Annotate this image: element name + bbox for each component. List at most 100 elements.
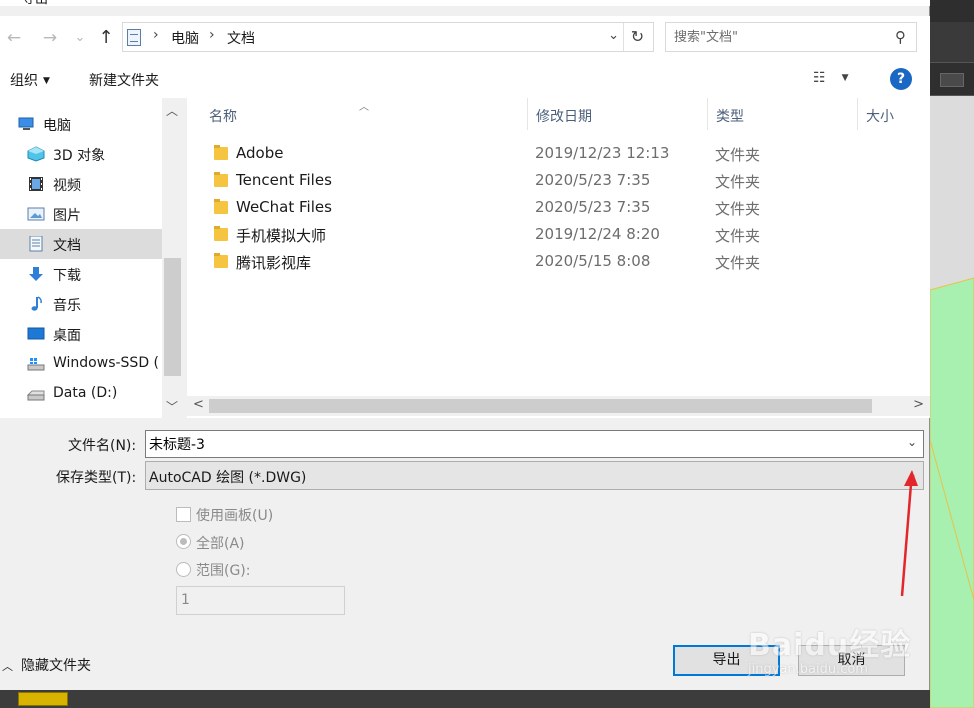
all-radio[interactable]	[176, 534, 191, 549]
breadcrumb-separator[interactable]: ›	[209, 27, 215, 43]
sidebar-item-pictures[interactable]: 图片	[0, 199, 162, 229]
sidebar-item-label: 电脑	[43, 118, 71, 134]
file-type: 文件夹	[715, 254, 761, 272]
scrollbar-thumb[interactable]	[209, 399, 872, 413]
horizontal-scrollbar[interactable]: < >	[187, 396, 930, 416]
sidebar-item-label: Data (D:)	[53, 385, 118, 401]
file-name: 腾讯影视库	[236, 254, 312, 272]
navigation-scrollbar[interactable]: ︿ ﹀	[162, 98, 183, 418]
back-arrow-icon[interactable]: ←	[2, 26, 26, 50]
range-radio[interactable]	[176, 562, 191, 577]
address-bar[interactable]: › 电脑 › 文档 ⌄ ↻	[122, 22, 654, 52]
up-arrow-icon[interactable]: ↑	[94, 26, 118, 50]
folder-icon	[214, 199, 228, 214]
3d-objects-icon	[27, 146, 45, 162]
cancel-button[interactable]: 取消	[798, 645, 905, 676]
sidebar-item-label: 视频	[53, 178, 81, 194]
caret-down-icon: ▼	[841, 73, 849, 83]
view-options-button[interactable]: ☷ ▼	[813, 70, 848, 86]
folder-icon	[214, 253, 228, 268]
filename-input[interactable]	[149, 434, 889, 454]
file-date: 2020/5/15 8:08	[535, 252, 651, 270]
table-row[interactable]: Adobe 2019/12/23 12:13 文件夹	[187, 140, 930, 167]
file-date: 2020/5/23 7:35	[535, 171, 651, 189]
sidebar-item-windows-ssd[interactable]: Windows-SSD (	[0, 349, 162, 379]
drive-icon	[27, 390, 45, 401]
background-status-strip	[0, 690, 930, 708]
caret-down-icon: ▼	[43, 76, 50, 86]
sidebar-item-documents[interactable]: 文档	[0, 229, 162, 259]
computer-icon	[18, 117, 34, 130]
range-value: 1	[181, 592, 190, 608]
desktop-icon	[27, 327, 45, 340]
export-dialog: 导出 ✕ ← → ⌄ ↑ › 电脑 › 文档 ⌄ ↻ ⚲ 组织 ▼ 新建文件夹 ☷…	[0, 0, 930, 690]
table-row[interactable]: WeChat Files 2020/5/23 7:35 文件夹	[187, 194, 930, 221]
search-box[interactable]: ⚲	[665, 22, 917, 52]
close-icon[interactable]: ✕	[901, 0, 914, 5]
file-type: 文件夹	[715, 227, 761, 245]
drive-windows-icon	[27, 358, 45, 371]
scrollbar-thumb[interactable]	[164, 258, 181, 376]
use-artboard-checkbox[interactable]	[176, 507, 191, 522]
column-header-date-modified[interactable]: 修改日期	[528, 98, 708, 130]
column-header-size[interactable]: 大小	[858, 98, 930, 130]
sidebar-item-data-drive[interactable]: Data (D:)	[0, 379, 162, 409]
sidebar-item-computer[interactable]: 电脑	[0, 109, 162, 139]
address-dropdown-icon[interactable]: ⌄	[608, 28, 619, 43]
sidebar-item-downloads[interactable]: 下载	[0, 259, 162, 289]
scroll-down-icon[interactable]: ﹀	[166, 398, 178, 415]
organize-label: 组织	[10, 73, 38, 89]
table-row[interactable]: Tencent Files 2020/5/23 7:35 文件夹	[187, 167, 930, 194]
documents-location-icon	[127, 29, 141, 46]
chevron-down-icon[interactable]: ⌄	[907, 435, 917, 449]
documents-icon	[29, 236, 43, 252]
column-header-name[interactable]: 名称	[201, 98, 528, 130]
forward-arrow-icon[interactable]: →	[38, 26, 62, 50]
table-row[interactable]: 手机模拟大师 2019/12/24 8:20 文件夹	[187, 221, 930, 248]
scroll-right-icon[interactable]: >	[913, 397, 924, 412]
column-header-label: 修改日期	[536, 109, 592, 125]
breadcrumb-documents[interactable]: 文档	[227, 28, 255, 48]
folder-icon	[214, 172, 228, 187]
sidebar-item-3d-objects[interactable]: 3D 对象	[0, 139, 162, 169]
chevron-up-icon: ︿	[2, 660, 13, 673]
sidebar-item-label: 图片	[53, 208, 81, 224]
breadcrumb-separator[interactable]: ›	[153, 27, 159, 43]
navigation-pane: 电脑 3D 对象 视频 图片 文档 下载 音乐 桌面 Windows-SSD (…	[0, 98, 183, 418]
new-folder-button[interactable]: 新建文件夹	[89, 70, 159, 90]
table-row[interactable]: 腾讯影视库 2020/5/15 8:08 文件夹	[187, 248, 930, 275]
music-icon	[31, 296, 42, 311]
search-input[interactable]	[674, 28, 884, 46]
hide-folders-label: 隐藏文件夹	[21, 658, 91, 674]
filetype-select[interactable]: AutoCAD 绘图 (*.DWG) ⌄	[145, 461, 924, 490]
help-icon[interactable]: ?	[890, 68, 912, 90]
chevron-down-icon[interactable]: ⌄	[907, 467, 917, 481]
pictures-icon	[27, 207, 45, 221]
sidebar-item-music[interactable]: 音乐	[0, 289, 162, 319]
filetype-label: 保存类型(T):	[56, 470, 137, 486]
file-date: 2019/12/23 12:13	[535, 144, 670, 162]
breadcrumb-computer[interactable]: 电脑	[171, 28, 199, 48]
sidebar-item-label: Windows-SSD (	[53, 355, 160, 371]
range-label: 范围(G):	[196, 563, 251, 579]
organize-button[interactable]: 组织 ▼	[10, 70, 50, 90]
sidebar-item-label: 下载	[53, 268, 81, 284]
column-header-type[interactable]: 类型	[708, 98, 858, 130]
sidebar-item-desktop[interactable]: 桌面	[0, 319, 162, 349]
filename-combobox[interactable]: ⌄	[145, 430, 924, 458]
range-input[interactable]: 1	[176, 586, 345, 615]
scroll-up-icon[interactable]: ︿	[166, 102, 178, 119]
folder-icon	[214, 145, 228, 160]
refresh-icon[interactable]: ↻	[623, 23, 651, 51]
sidebar-item-videos[interactable]: 视频	[0, 169, 162, 199]
scroll-left-icon[interactable]: <	[193, 397, 204, 412]
search-icon[interactable]: ⚲	[895, 28, 906, 46]
column-header-label: 名称	[209, 109, 237, 125]
file-type: 文件夹	[715, 200, 761, 218]
hide-folders-toggle[interactable]: ︿ 隐藏文件夹	[2, 655, 91, 675]
background-app-titlebar	[930, 0, 974, 22]
export-button[interactable]: 导出	[673, 645, 780, 676]
file-date: 2020/5/23 7:35	[535, 198, 651, 216]
recent-locations-chevron-icon[interactable]: ⌄	[68, 26, 92, 50]
background-app-toolbar	[930, 62, 974, 96]
